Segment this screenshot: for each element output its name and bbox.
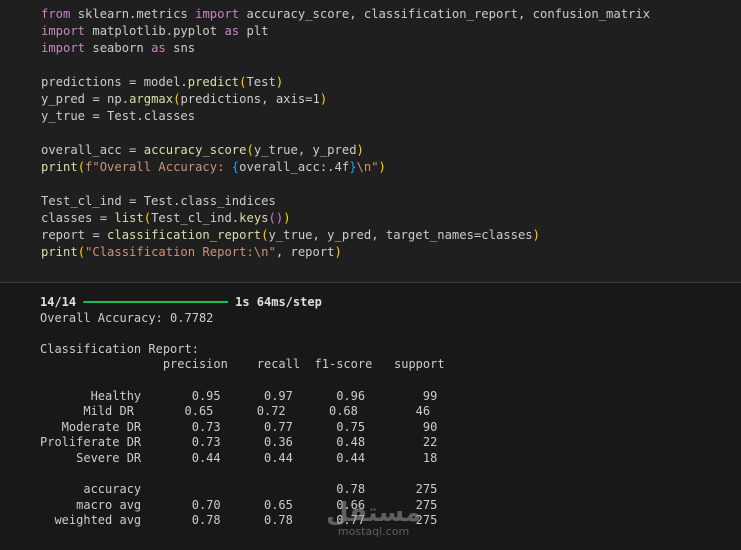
code-token: predictions = model. xyxy=(41,75,188,89)
code-line[interactable]: import seaborn as sns xyxy=(41,40,650,57)
code-token: import xyxy=(41,24,86,38)
code-token: plt xyxy=(239,24,269,38)
output-line: Overall Accuracy: 0.7782 xyxy=(40,310,214,325)
code-line[interactable]: from sklearn.metrics import accuracy_sco… xyxy=(41,6,650,23)
output-line: precision recall f1-score support xyxy=(40,357,445,372)
report-row: Severe DR 0.44 0.44 0.44 18 xyxy=(40,450,438,465)
code-token: ) xyxy=(275,75,284,89)
code-token: ) xyxy=(378,160,386,174)
code-token: accuracy_score xyxy=(143,143,247,157)
code-token: import xyxy=(195,7,240,21)
code-token: , report xyxy=(275,245,335,259)
code-token: f"Overall Accuracy: xyxy=(85,160,232,174)
code-token: overall_acc = xyxy=(41,143,144,157)
code-token: from xyxy=(41,7,71,21)
code-token: Test xyxy=(246,75,276,89)
code-token: y_true, y_pred xyxy=(253,143,357,157)
code-token: seaborn xyxy=(85,41,152,55)
code-token: accuracy_score, classification_report, c… xyxy=(239,7,651,21)
code-token: "Classification Report:\n" xyxy=(85,245,276,259)
code-line[interactable] xyxy=(41,57,650,74)
code-token: predictions, axis=1 xyxy=(180,92,320,106)
code-token: ( xyxy=(77,245,86,259)
code-token: Test_cl_ind. xyxy=(151,211,240,225)
code-token: ( xyxy=(246,143,254,157)
code-token: () xyxy=(268,211,284,225)
code-token: y_true = Test.classes xyxy=(41,109,196,123)
code-token: Test_cl_ind = Test.class_indices xyxy=(41,194,276,208)
code-token: keys xyxy=(239,211,269,225)
watermark-logo: مستقل mostaql.com xyxy=(326,498,422,538)
code-line[interactable]: overall_acc = accuracy_score(y_true, y_p… xyxy=(41,142,650,159)
code-token: ) xyxy=(334,245,342,259)
code-token: \n" xyxy=(356,160,379,174)
code-token: y_pred = np. xyxy=(41,92,130,106)
output-line: Classification Report: xyxy=(40,341,199,356)
report-row: Mild DR 0.65 0.72 0.68 46 xyxy=(40,404,431,419)
code-token: overall_acc:.4f xyxy=(239,160,350,174)
progress-bar: ━━━━━━━━━━━━━━━━━━━━ xyxy=(83,295,228,309)
code-token: y_true, y_pred, target_names=classes xyxy=(268,228,533,242)
code-line[interactable]: print("Classification Report:\n", report… xyxy=(41,244,650,261)
code-token: ) xyxy=(532,228,540,242)
code-token: classes = xyxy=(41,211,115,225)
output-text: 14/14 ━━━━━━━━━━━━━━━━━━━━ 1s 64ms/step O… xyxy=(40,295,445,529)
report-row: Moderate DR 0.73 0.77 0.75 90 xyxy=(40,419,438,434)
code-token: predict xyxy=(187,75,240,89)
code-token: list xyxy=(114,211,144,225)
code-line[interactable] xyxy=(41,125,650,142)
report-row: Healthy 0.95 0.97 0.96 99 xyxy=(40,388,438,403)
code-token: sns xyxy=(165,41,196,55)
code-line[interactable]: predictions = model.predict(Test) xyxy=(41,74,650,91)
code-line[interactable]: y_pred = np.argmax(predictions, axis=1) xyxy=(41,91,650,108)
code-line[interactable]: report = classification_report(y_true, y… xyxy=(41,227,650,244)
code-cell[interactable]: from sklearn.metrics import accuracy_sco… xyxy=(0,0,741,283)
code-line[interactable] xyxy=(41,176,650,193)
code-token: ( xyxy=(77,160,86,174)
watermark-text: mostaql.com xyxy=(337,525,410,538)
code-line[interactable]: classes = list(Test_cl_ind.keys()) xyxy=(41,210,650,227)
code-token: report = xyxy=(41,228,108,242)
code-token: as xyxy=(151,41,166,55)
code-token: matplotlib.pyplot xyxy=(85,24,225,38)
code-token: print xyxy=(41,245,78,259)
report-row: Proliferate DR 0.73 0.36 0.48 22 xyxy=(40,435,438,450)
code-token: as xyxy=(224,24,240,38)
code-line[interactable]: y_true = Test.classes xyxy=(41,108,650,125)
code-line[interactable]: print(f"Overall Accuracy: {overall_acc:.… xyxy=(41,159,650,176)
code-token: ) xyxy=(283,211,291,225)
progress-timing: 1s 64ms/step xyxy=(235,295,322,309)
code-token: ( xyxy=(143,211,152,225)
code-line[interactable]: Test_cl_ind = Test.class_indices xyxy=(41,193,650,210)
code-token: ) xyxy=(356,143,364,157)
progress-steps: 14/14 xyxy=(40,295,77,309)
code-token: } xyxy=(349,160,357,174)
code-token: argmax xyxy=(129,92,174,106)
code-token: classification_report xyxy=(107,228,262,242)
progress-line: 14/14 ━━━━━━━━━━━━━━━━━━━━ 1s 64ms/step xyxy=(40,295,445,311)
code-editor[interactable]: from sklearn.metrics import accuracy_sco… xyxy=(41,6,650,261)
code-token: import xyxy=(41,41,86,55)
output-line: accuracy 0.78 275 xyxy=(40,482,438,497)
code-token: ) xyxy=(319,92,328,106)
code-token: print xyxy=(41,160,78,174)
code-line[interactable]: import matplotlib.pyplot as plt xyxy=(41,23,650,40)
code-token: sklearn.metrics xyxy=(70,7,196,21)
